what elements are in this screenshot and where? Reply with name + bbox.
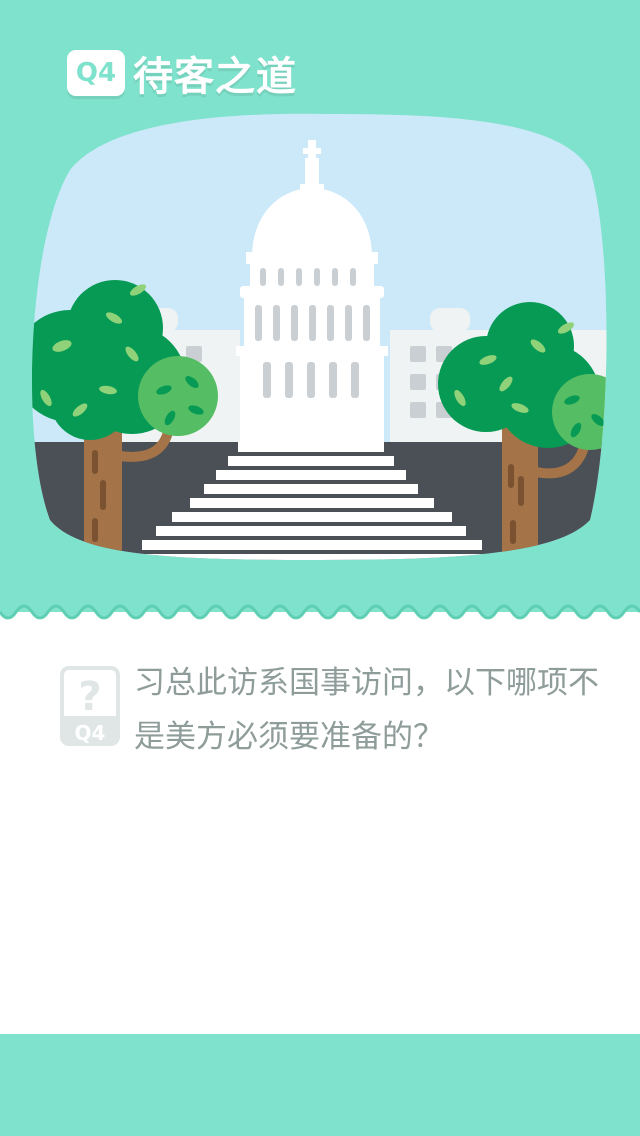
page-title: 待客之道 [133, 54, 297, 100]
capitol-illustration [31, 113, 607, 560]
question-mark: ? [78, 674, 101, 720]
bottom-bar [0, 1034, 640, 1136]
header: Q4 待客之道 [67, 44, 297, 102]
question-text: 习总此访系国事访问，以下哪项不是美方必须要准备的？ [134, 665, 599, 755]
question-number-badge: Q4 [67, 50, 125, 96]
question-icon: ? Q4 [60, 666, 120, 746]
wave-divider [0, 598, 640, 620]
question-icon-badge: Q4 [75, 721, 106, 745]
